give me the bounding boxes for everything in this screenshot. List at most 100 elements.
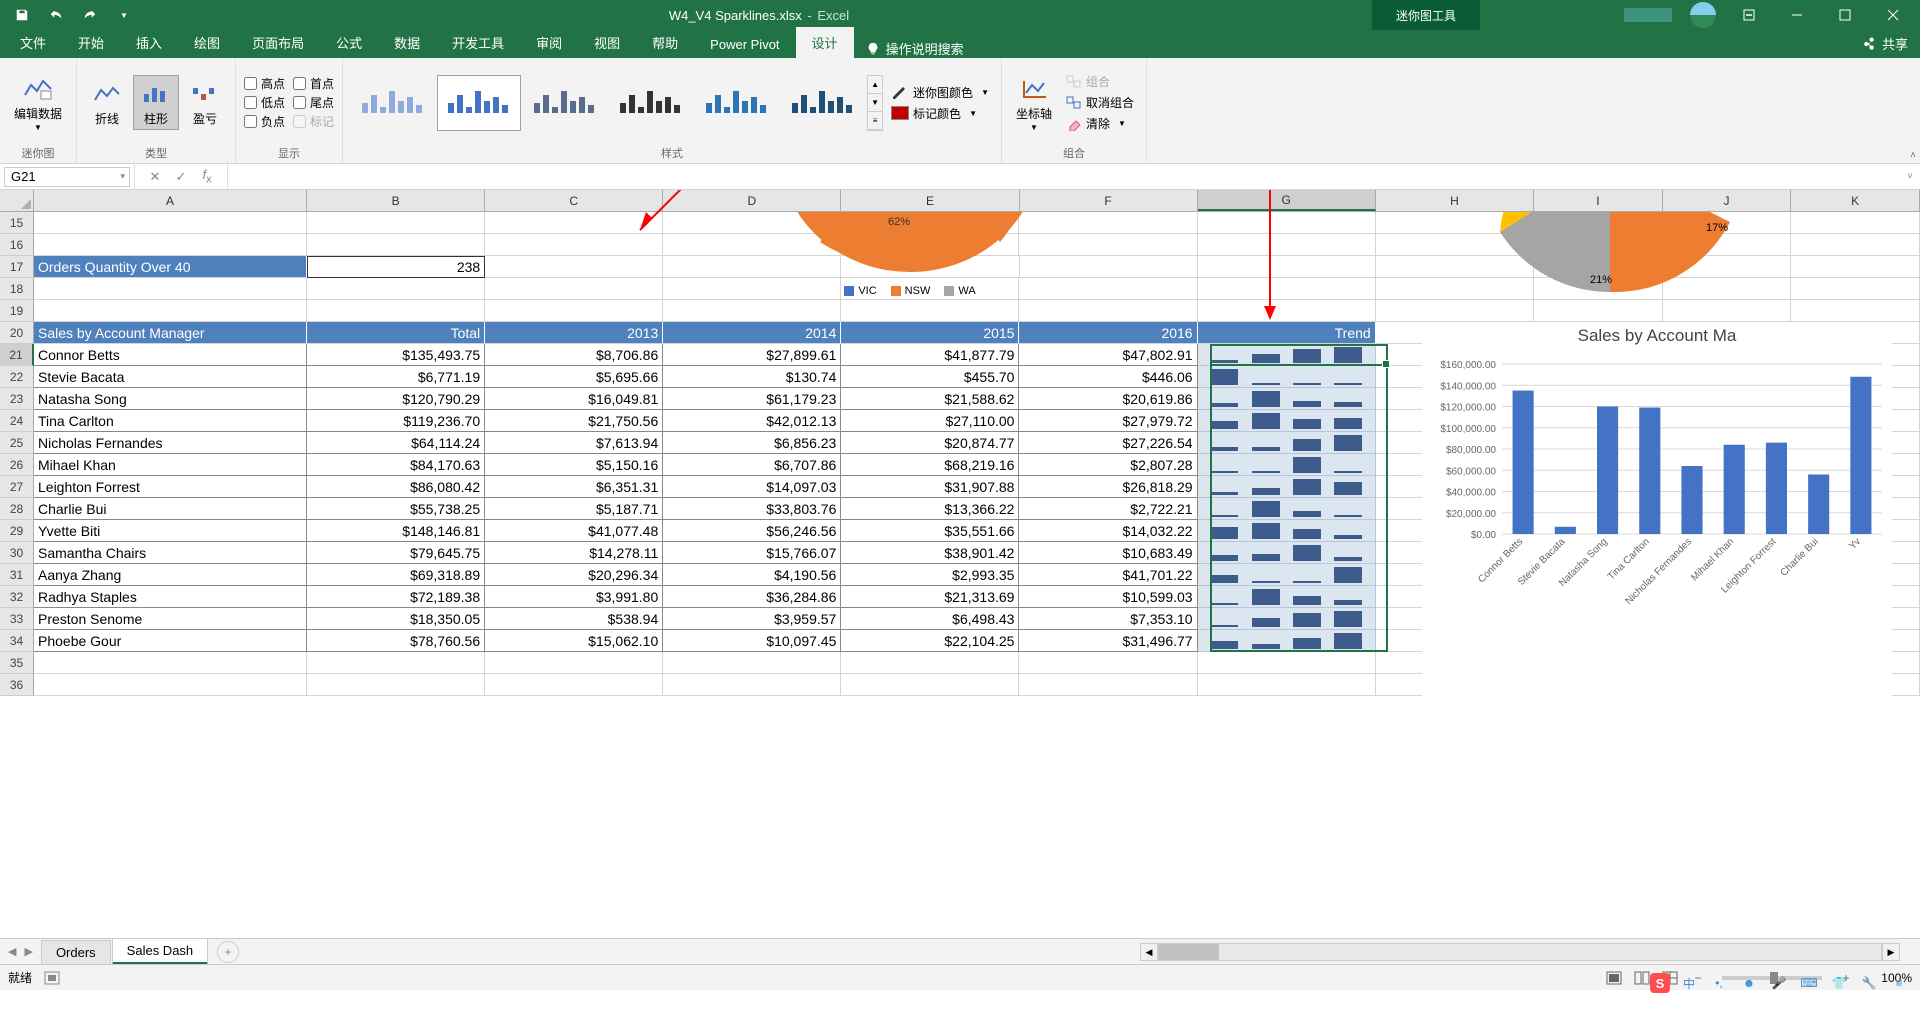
first-point-checkbox[interactable]: 首点 <box>293 75 334 92</box>
maximize-button[interactable] <box>1822 0 1868 30</box>
manager-2013[interactable]: $538.94 <box>485 608 663 630</box>
formula-input[interactable] <box>228 164 1900 189</box>
manager-name[interactable]: Radhya Staples <box>34 586 307 608</box>
manager-total[interactable]: $6,771.19 <box>307 366 485 388</box>
name-box[interactable]: G21 <box>4 167 130 187</box>
sparkline-cell[interactable] <box>1198 542 1376 564</box>
manager-2015[interactable]: $31,907.88 <box>841 476 1019 498</box>
axis-button[interactable]: 坐标轴 ▼ <box>1010 71 1058 135</box>
manager-2014[interactable]: $14,097.03 <box>663 476 841 498</box>
style-item-5[interactable] <box>695 75 779 131</box>
tab-formulas[interactable]: 公式 <box>320 27 378 58</box>
manager-2013[interactable]: $5,187.71 <box>485 498 663 520</box>
tray-skin-icon[interactable]: 👕 <box>1828 972 1850 994</box>
manager-2015[interactable]: $13,366.22 <box>841 498 1019 520</box>
style-item-3[interactable] <box>523 75 607 131</box>
cell-G36[interactable] <box>1198 674 1376 696</box>
cell-B35[interactable] <box>307 652 485 674</box>
tab-help[interactable]: 帮助 <box>636 27 694 58</box>
manager-total[interactable]: $148,146.81 <box>307 520 485 542</box>
tab-view[interactable]: 视图 <box>578 27 636 58</box>
manager-2016[interactable]: $14,032.22 <box>1019 520 1197 542</box>
manager-2014[interactable]: $130.74 <box>663 366 841 388</box>
manager-name[interactable]: Aanya Zhang <box>34 564 307 586</box>
manager-name[interactable]: Natasha Song <box>34 388 307 410</box>
manager-name[interactable]: Yvette Biti <box>34 520 307 542</box>
row-header-32[interactable]: 32 <box>0 586 34 608</box>
bar-chart-sales[interactable]: Sales by Account Ma $160,000.00$140,000.… <box>1422 322 1892 722</box>
manager-2014[interactable]: $3,959.57 <box>663 608 841 630</box>
cell-C36[interactable] <box>485 674 663 696</box>
manager-2016[interactable]: $26,818.29 <box>1019 476 1197 498</box>
manager-2015[interactable]: $22,104.25 <box>841 630 1019 652</box>
ungroup-button[interactable]: 取消组合 <box>1062 93 1138 112</box>
manager-2013[interactable]: $41,077.48 <box>485 520 663 542</box>
tab-nav[interactable]: ◀▶ <box>0 945 41 958</box>
tell-me-search[interactable]: 操作说明搜索 <box>854 39 976 58</box>
table-header-3[interactable]: 2014 <box>663 322 841 344</box>
save-button[interactable] <box>8 3 36 27</box>
clear-button[interactable]: 清除▼ <box>1062 114 1138 133</box>
manager-2013[interactable]: $5,695.66 <box>485 366 663 388</box>
cell-A19[interactable] <box>34 300 307 322</box>
sparkline-cell[interactable] <box>1198 432 1376 454</box>
cell-D35[interactable] <box>663 652 841 674</box>
manager-2013[interactable]: $5,150.16 <box>485 454 663 476</box>
manager-name[interactable]: Stevie Bacata <box>34 366 307 388</box>
cell-F35[interactable] <box>1019 652 1197 674</box>
manager-2015[interactable]: $6,498.43 <box>841 608 1019 630</box>
manager-2015[interactable]: $20,874.77 <box>841 432 1019 454</box>
row-header-16[interactable]: 16 <box>0 234 34 256</box>
fx-button[interactable]: fx <box>195 167 219 186</box>
manager-2014[interactable]: $10,097.45 <box>663 630 841 652</box>
cell-B18[interactable] <box>307 278 485 300</box>
manager-2015[interactable]: $27,110.00 <box>841 410 1019 432</box>
sheet-tab-orders[interactable]: Orders <box>41 940 111 964</box>
manager-name[interactable]: Mihael Khan <box>34 454 307 476</box>
sparkline-color-button[interactable]: 迷你图颜色▼ <box>887 83 993 102</box>
row-header-27[interactable]: 27 <box>0 476 34 498</box>
sparkline-cell[interactable] <box>1198 476 1376 498</box>
manager-total[interactable]: $69,318.89 <box>307 564 485 586</box>
column-header-H[interactable]: H <box>1376 190 1534 211</box>
manager-total[interactable]: $120,790.29 <box>307 388 485 410</box>
manager-name[interactable]: Nicholas Fernandes <box>34 432 307 454</box>
sparkline-cell[interactable] <box>1198 564 1376 586</box>
column-header-E[interactable]: E <box>841 190 1019 211</box>
column-header-G[interactable]: G <box>1198 190 1376 211</box>
style-item-4[interactable] <box>609 75 693 131</box>
cell-D36[interactable] <box>663 674 841 696</box>
row-header-25[interactable]: 25 <box>0 432 34 454</box>
row-header-20[interactable]: 20 <box>0 322 34 344</box>
close-button[interactable] <box>1870 0 1916 30</box>
user-avatar[interactable] <box>1690 2 1716 28</box>
manager-name[interactable]: Charlie Bui <box>34 498 307 520</box>
manager-2014[interactable]: $33,803.76 <box>663 498 841 520</box>
sparkline-cell[interactable] <box>1198 586 1376 608</box>
manager-2015[interactable]: $21,313.69 <box>841 586 1019 608</box>
manager-total[interactable]: $64,114.24 <box>307 432 485 454</box>
cell-E35[interactable] <box>841 652 1019 674</box>
manager-total[interactable]: $84,170.63 <box>307 454 485 476</box>
manager-2013[interactable]: $15,062.10 <box>485 630 663 652</box>
cell-A35[interactable] <box>34 652 307 674</box>
share-button[interactable]: 共享 <box>1862 34 1908 53</box>
manager-2015[interactable]: $68,219.16 <box>841 454 1019 476</box>
manager-total[interactable]: $79,645.75 <box>307 542 485 564</box>
manager-total[interactable]: $78,760.56 <box>307 630 485 652</box>
enter-formula-button[interactable]: ✓ <box>169 169 193 185</box>
manager-2014[interactable]: $61,179.23 <box>663 388 841 410</box>
tray-punct-icon[interactable]: •, <box>1708 972 1730 994</box>
sparkline-cell[interactable] <box>1198 608 1376 630</box>
manager-2014[interactable]: $6,707.86 <box>663 454 841 476</box>
cell-F36[interactable] <box>1019 674 1197 696</box>
sparkline-cell[interactable] <box>1198 520 1376 542</box>
row-header-23[interactable]: 23 <box>0 388 34 410</box>
table-header-0[interactable]: Sales by Account Manager <box>34 322 307 344</box>
manager-name[interactable]: Leighton Forrest <box>34 476 307 498</box>
style-item-2[interactable] <box>437 75 521 131</box>
cell-B15[interactable] <box>307 212 485 234</box>
manager-2013[interactable]: $3,991.80 <box>485 586 663 608</box>
column-header-K[interactable]: K <box>1791 190 1920 211</box>
horizontal-scrollbar[interactable]: ◀ ▶ <box>1140 943 1900 961</box>
